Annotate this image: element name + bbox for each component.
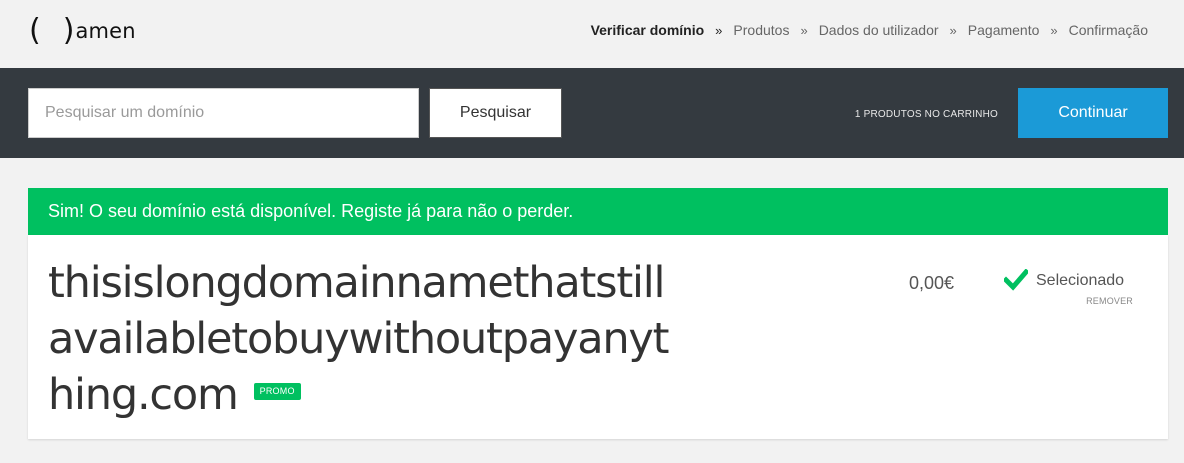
step-separator: » [715, 22, 723, 38]
logo-left-paren: ( [29, 13, 41, 48]
search-button[interactable]: Pesquisar [429, 88, 562, 138]
availability-banner: Sim! O seu domínio está disponível. Regi… [28, 188, 1168, 235]
domain-result-card: thisislongdomainnamethatstillavailableto… [28, 235, 1168, 439]
remove-link[interactable]: REMOVER [1086, 296, 1133, 306]
promo-badge: PROMO [253, 383, 301, 400]
domain-price: 0,00€ [909, 273, 955, 293]
step-separator: » [800, 22, 808, 38]
continue-button[interactable]: Continuar [1018, 88, 1168, 138]
domain-search-input[interactable] [28, 88, 419, 138]
logo-right-paren: ) [62, 13, 75, 48]
selected-status: Selecionado [1036, 272, 1125, 289]
step-products: Produtos [733, 22, 790, 38]
logo-text: amen [75, 19, 136, 43]
domain-name: thisislongdomainnamethatstillavailableto… [48, 255, 688, 423]
step-separator: » [1050, 22, 1058, 38]
search-bar: Pesquisar 1 PRODUTOS NO CARRINHO Continu… [0, 68, 1184, 158]
logo[interactable]: ( ) amen [29, 14, 136, 48]
step-confirmation: Confirmação [1068, 22, 1148, 38]
checkout-steps: Verificar domínio » Produtos » Dados do … [591, 22, 1148, 38]
step-user-data: Dados do utilizador [818, 22, 939, 38]
step-verify-domain: Verificar domínio [590, 22, 705, 38]
header: ( ) amen Verificar domínio » Produtos » … [0, 0, 1184, 68]
step-payment: Pagamento [967, 22, 1040, 38]
checkmark-icon [1004, 269, 1028, 291]
cart-count: 1 PRODUTOS NO CARRINHO [854, 109, 998, 120]
step-separator: » [949, 22, 957, 38]
domain-name-text: thisislongdomainnamethatstillavailableto… [48, 258, 670, 420]
